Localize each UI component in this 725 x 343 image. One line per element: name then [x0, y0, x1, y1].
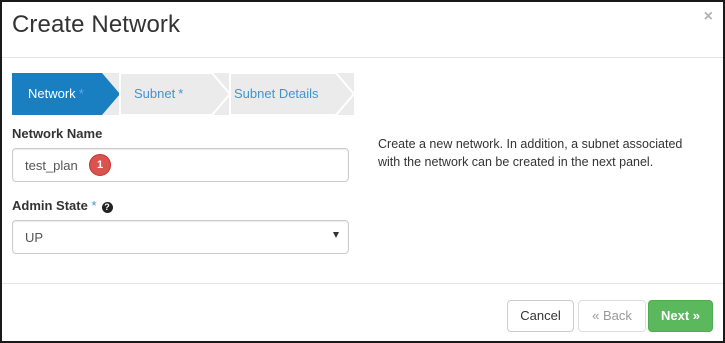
wizard-step-subnet-details-text: Subnet Details — [234, 86, 319, 101]
create-network-dialog: Create Network × Network * Subnet * Subnet… — [0, 0, 725, 343]
question-circle-icon[interactable]: ? — [101, 202, 113, 213]
network-name-label: Network Name — [12, 126, 103, 141]
next-button[interactable]: Next » — [648, 300, 713, 332]
wizard-step-subnet-label: Subnet * — [134, 86, 183, 101]
wizard-step-subnet-details[interactable]: Subnet Details — [212, 73, 354, 115]
required-star: * — [78, 86, 84, 101]
caret-down-icon — [333, 232, 339, 238]
network-name-value: test_plan — [25, 158, 78, 173]
dialog-footer: Cancel « Back Next » — [2, 283, 723, 341]
required-star: * — [178, 86, 184, 101]
network-name-input[interactable]: test_plan 1 — [12, 148, 349, 182]
wizard-step-network-label: Network * — [28, 86, 84, 101]
dialog-header: Create Network × — [2, 2, 723, 58]
wizard-step-subnet-text: Subnet — [134, 86, 176, 101]
wizard-step-network-text: Network — [28, 86, 76, 101]
admin-state-select[interactable]: UP — [12, 220, 349, 254]
wizard-steps: Network * Subnet * Subnet Details — [12, 73, 713, 115]
back-button[interactable]: « Back — [578, 300, 646, 332]
cancel-button[interactable]: Cancel — [507, 300, 574, 332]
admin-state-label-text: Admin State — [12, 198, 88, 213]
help-text: Create a new network. In addition, a sub… — [378, 137, 683, 169]
admin-state-selected-value: UP — [25, 230, 44, 245]
admin-state-label: Admin State *? — [12, 198, 113, 213]
dialog-title: Create Network — [12, 11, 181, 38]
annotation-badge: 1 — [89, 154, 111, 176]
required-star: * — [91, 198, 97, 213]
wizard-step-subnet[interactable]: Subnet * — [102, 73, 230, 115]
wizard-filler — [354, 73, 713, 115]
close-icon[interactable]: × — [704, 8, 713, 26]
wizard-step-subnet-details-label: Subnet Details — [234, 86, 319, 101]
